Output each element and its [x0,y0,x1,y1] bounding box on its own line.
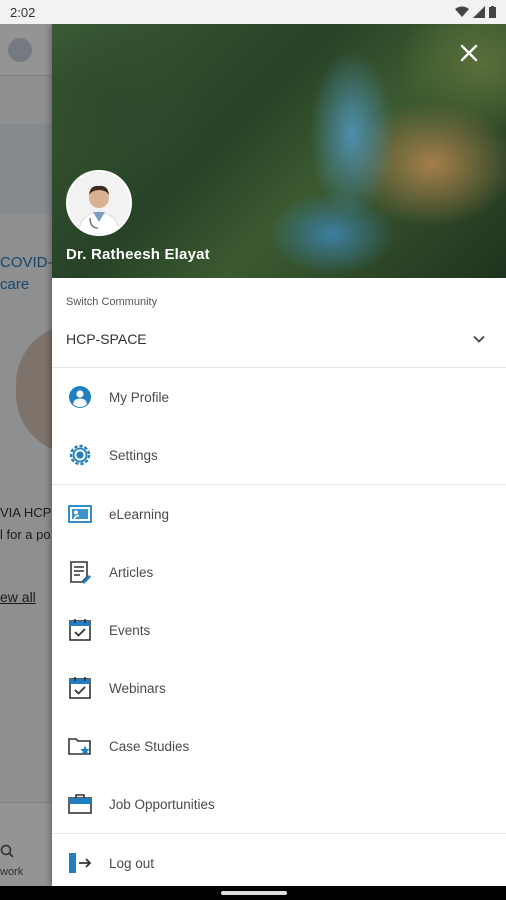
menu-item-label: eLearning [109,506,170,522]
menu-item-job-opportunities[interactable]: Job Opportunities [52,775,506,833]
menu-item-log-out[interactable]: Log out [52,834,506,892]
close-button[interactable] [458,42,480,64]
menu-item-case-studies[interactable]: Case Studies [52,717,506,775]
person-icon [69,386,91,408]
menu-item-label: Events [109,622,151,638]
community-label: Switch Community [66,296,158,308]
calendar-check-icon [69,619,91,641]
signal-icon [473,6,485,18]
profile-avatar[interactable] [66,170,132,236]
menu-item-label: Settings [109,447,158,463]
menu-item-articles[interactable]: Articles [52,543,506,601]
community-selected-value: HCP-SPACE [66,331,147,347]
menu-item-label: Articles [109,564,154,580]
navigation-gesture-bar [0,886,506,900]
drawer-header: Dr. Ratheesh Elayat [52,24,506,278]
menu-item-label: Job Opportunities [109,796,215,812]
battery-icon [489,6,496,18]
menu-item-label: Log out [109,855,155,871]
switch-community[interactable]: Switch Community HCP-SPACE [52,278,506,368]
calendar-check-icon [69,677,91,699]
close-icon [460,44,478,62]
gear-icon [69,444,91,466]
folder-star-icon [68,738,91,755]
menu-item-label: My Profile [109,389,170,405]
doctor-avatar-image [68,172,130,234]
menu-item-label: Case Studies [109,738,190,754]
chevron-down-icon[interactable] [470,330,488,348]
navigation-drawer: Dr. Ratheesh Elayat Switch Community HCP… [52,24,506,886]
status-icons [455,6,496,18]
menu-item-events[interactable]: Events [52,601,506,659]
menu-item-elearning[interactable]: eLearning [52,485,506,543]
briefcase-icon [68,794,92,814]
gesture-handle[interactable] [221,891,287,895]
article-icon [70,561,91,584]
menu-item-settings[interactable]: Settings [52,426,506,484]
status-time: 2:02 [10,4,36,20]
menu-item-my-profile[interactable]: My Profile [52,368,506,426]
status-bar: 2:02 [0,0,506,24]
user-name: Dr. Ratheesh Elayat [66,246,210,263]
logout-icon [69,853,92,873]
presentation-icon [68,505,92,523]
wifi-icon [455,6,469,17]
menu-item-label: Webinars [109,680,166,696]
menu-item-webinars[interactable]: Webinars [52,659,506,717]
